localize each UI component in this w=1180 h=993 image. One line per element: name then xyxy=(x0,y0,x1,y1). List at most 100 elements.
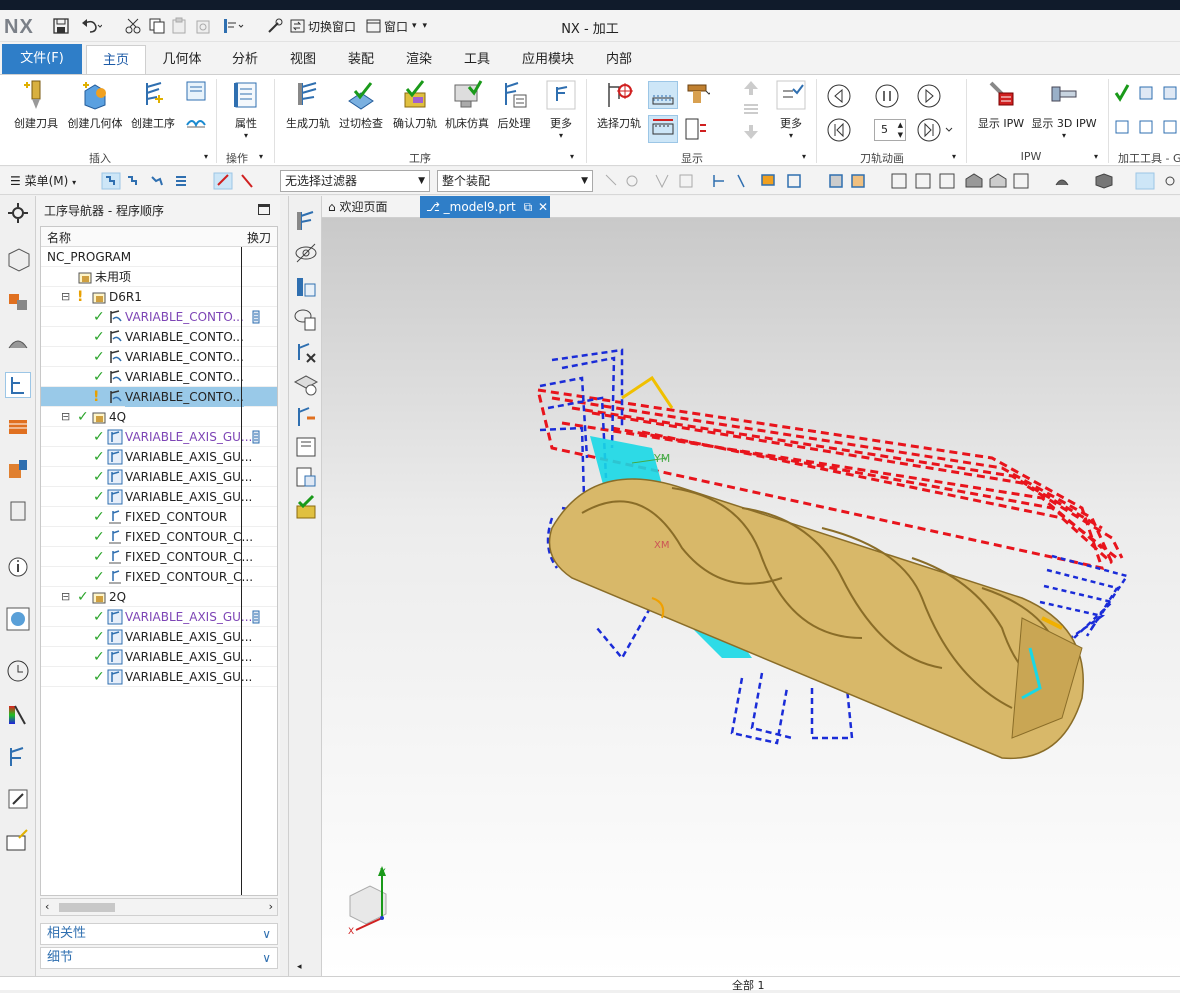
create-operation-button[interactable]: 创建工序 xyxy=(128,79,178,131)
verify-toolpath-button[interactable]: 确认刀轨 xyxy=(390,79,440,131)
settings-icon[interactable] xyxy=(5,200,31,226)
show-3d-ipw-button[interactable]: 显示 3D IPW ▾ xyxy=(1030,79,1098,140)
tab-render[interactable]: 渲染 xyxy=(392,45,446,74)
roles-icon[interactable] xyxy=(5,744,31,770)
gouge-check-button[interactable]: 过切检查 xyxy=(336,79,386,131)
table-row[interactable]: ✓ VARIABLE_CONTO... xyxy=(41,367,277,387)
reuse-library-icon[interactable] xyxy=(5,498,31,524)
table-row[interactable]: ✓ VARIABLE_AXIS_GU... xyxy=(41,627,277,647)
collapse-icon[interactable]: ⊟ xyxy=(61,587,70,607)
toolpath-icon[interactable] xyxy=(293,208,319,234)
selection-type-icons[interactable] xyxy=(100,171,200,194)
column-toolchange-header[interactable]: 换刀 xyxy=(247,229,271,246)
tab-internal[interactable]: 内部 xyxy=(592,45,646,74)
tree-group-row[interactable]: ⊟ ✓ 4Q xyxy=(41,407,277,427)
scroll-left-icon[interactable]: ‹ xyxy=(45,900,49,913)
history-icon[interactable] xyxy=(5,658,31,684)
scroll-right-icon[interactable]: › xyxy=(269,900,273,913)
play-icon[interactable] xyxy=(916,83,942,112)
insert-expand-icon[interactable]: ▾ xyxy=(204,152,208,161)
first-step-icon[interactable] xyxy=(826,117,852,146)
scrollbar-thumb[interactable] xyxy=(59,903,115,912)
machining-tool-icon[interactable] xyxy=(1114,83,1180,146)
tab-analysis[interactable]: 分析 xyxy=(218,45,272,74)
replay-toggle[interactable] xyxy=(648,115,678,143)
operation-expand-icon[interactable]: ▾ xyxy=(259,152,263,161)
layers-settings-icon[interactable] xyxy=(293,372,319,398)
tool-display-icon[interactable] xyxy=(684,83,713,110)
shop-doc-icon[interactable] xyxy=(293,434,319,460)
table-row[interactable]: ✓ FIXED_CONTOUR xyxy=(41,507,277,527)
history-info-icon[interactable] xyxy=(5,554,31,580)
tab-home[interactable]: 主页 xyxy=(86,45,146,74)
create-tool-button[interactable]: 创建刀具 xyxy=(12,79,60,131)
pause-icon[interactable] xyxy=(874,83,900,112)
selection-filter-dropdown[interactable]: 无选择过滤器 ▼ xyxy=(280,170,430,192)
web-browser-icon[interactable] xyxy=(5,606,31,632)
table-row[interactable]: ✓ FIXED_CONTOUR_C... xyxy=(41,527,277,547)
display-more-button[interactable]: 更多 ▾ xyxy=(774,79,808,140)
ipw-expand-icon[interactable]: ▾ xyxy=(1094,152,1098,161)
tab-view[interactable]: 视图 xyxy=(276,45,330,74)
tab-tools[interactable]: 工具 xyxy=(450,45,504,74)
operation-navigator-icon[interactable] xyxy=(5,372,31,398)
machining-feature-navigator-icon[interactable] xyxy=(5,456,31,482)
last-step-icon[interactable] xyxy=(916,117,956,146)
transform-icon[interactable] xyxy=(293,404,319,430)
tab-model-part[interactable]: ⎇ _model9.prt ⧉ ✕ xyxy=(420,196,550,218)
create-geometry-button[interactable]: 创建几何体 xyxy=(64,79,126,131)
collapse-icon[interactable]: ⊟ xyxy=(61,287,70,307)
properties-button[interactable]: 属性 ▾ xyxy=(228,79,264,140)
tab-welcome-page[interactable]: ⌂ 欢迎页面 xyxy=(328,196,422,218)
tree-group-row[interactable]: ⊟ ✓ 2Q xyxy=(41,587,277,607)
snap-point-icons[interactable] xyxy=(602,171,902,194)
stepper-arrows-icon[interactable]: ▲ ▼ xyxy=(898,120,903,140)
column-name-header[interactable]: 名称 xyxy=(47,229,71,246)
table-row[interactable]: ✓ VARIABLE_AXIS_GU... xyxy=(41,667,277,687)
animation-expand-icon[interactable]: ▾ xyxy=(952,152,956,161)
list-operations-icon[interactable] xyxy=(293,274,319,300)
constraint-navigator-icon[interactable] xyxy=(5,330,31,356)
snap-icons[interactable] xyxy=(212,171,262,194)
tab-geometry[interactable]: 几何体 xyxy=(152,45,212,74)
horizontal-scrollbar[interactable]: ‹ › xyxy=(40,898,278,916)
view-icons[interactable] xyxy=(888,171,1178,194)
assembly-navigator-icon[interactable] xyxy=(5,288,31,314)
file-menu-tab[interactable]: 文件(F) xyxy=(2,44,82,74)
select-toolpath-button[interactable]: 选择刀轨 xyxy=(596,79,642,131)
prev-step-icon[interactable] xyxy=(826,83,852,112)
table-row[interactable]: ✓ VARIABLE_CONTO... xyxy=(41,307,277,327)
verify-results-icon[interactable] xyxy=(293,494,319,520)
animation-speed-stepper[interactable]: 5 ▲ ▼ xyxy=(874,119,906,141)
tab-popout-icon[interactable]: ⧉ xyxy=(524,200,533,214)
table-row[interactable]: ✓ FIXED_CONTOUR_C... xyxy=(41,567,277,587)
process-more-button[interactable]: 更多 ▾ xyxy=(542,79,580,140)
insert-extra-button[interactable] xyxy=(182,79,210,135)
show-ipw-button[interactable]: 显示 IPW xyxy=(976,79,1026,131)
postprocess-button[interactable]: 后处理 xyxy=(494,79,534,131)
process-studio-icon[interactable] xyxy=(5,702,31,728)
collapse-arrow-icon[interactable]: ◂ xyxy=(297,962,302,972)
collapse-icon[interactable]: ⊟ xyxy=(61,407,70,427)
tree-group-row[interactable]: ⊟! D6R1 xyxy=(41,287,277,307)
details-panel[interactable]: 细节 ∨ xyxy=(40,947,278,969)
table-row[interactable]: ✓ VARIABLE_CONTO... xyxy=(41,347,277,367)
table-row[interactable]: ! VARIABLE_CONTO... xyxy=(41,387,277,407)
main-menu-button[interactable]: ☰ 菜单(M) ▾ xyxy=(10,172,76,189)
assembly-scope-dropdown[interactable]: 整个装配 ▼ xyxy=(437,170,593,192)
graphics-window[interactable]: YM XM Y X xyxy=(322,218,1180,976)
table-row[interactable]: ✓ FIXED_CONTOUR_C... xyxy=(41,547,277,567)
part-navigator-icon[interactable] xyxy=(5,246,31,272)
dependencies-panel[interactable]: 相关性 ∨ xyxy=(40,923,278,945)
process-expand-icon[interactable]: ▾ xyxy=(570,152,574,161)
cutter-model-view[interactable]: YM XM Y X xyxy=(322,218,1180,976)
machine-tool-navigator-icon[interactable] xyxy=(5,414,31,440)
tree-root-row[interactable]: NC_PROGRAM xyxy=(41,247,277,267)
table-row[interactable]: ✓ VARIABLE_AXIS_GU... xyxy=(41,607,277,627)
table-row[interactable]: 未用项 xyxy=(41,267,277,287)
table-row[interactable]: ✓ VARIABLE_AXIS_GU... xyxy=(41,487,277,507)
tab-assembly[interactable]: 装配 xyxy=(334,45,388,74)
palette-icon[interactable] xyxy=(5,828,31,854)
table-row[interactable]: ✓ VARIABLE_CONTO... xyxy=(41,327,277,347)
hide-icon[interactable] xyxy=(293,240,319,266)
